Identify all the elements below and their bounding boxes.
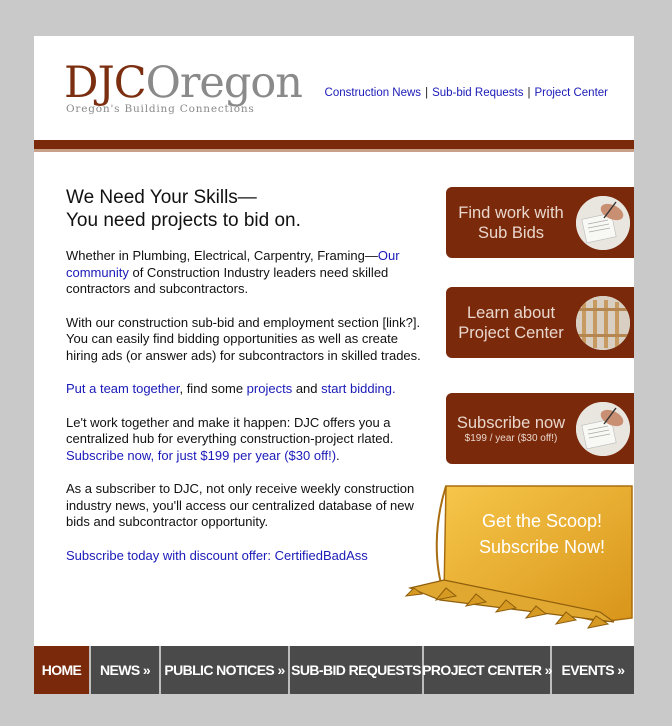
main-content: We Need Your Skills— You need projects t… — [66, 186, 428, 581]
nav-sub-bid-requests[interactable]: SUB-BID REQUESTS — [290, 646, 424, 694]
scoop-line-1: Get the Scoop! — [481, 511, 603, 531]
paragraph-text: and — [292, 381, 322, 396]
scoop-line-2: Subscribe Now! — [478, 537, 606, 557]
sub-bid-requests-link[interactable]: Sub-bid Requests — [432, 87, 523, 99]
header-band — [34, 140, 634, 152]
framing-image — [576, 296, 630, 350]
paragraph-team: Put a team together, find some projects … — [66, 381, 428, 398]
bottom-nav: HOME NEWS » PUBLIC NOTICES » SUB-BID REQ… — [34, 646, 634, 694]
paragraph-subscriber: As a subscriber to DJC, not only receive… — [66, 481, 415, 529]
project-center-promo-button[interactable]: Learn about Project Center — [446, 287, 634, 358]
nav-home[interactable]: HOME — [34, 646, 91, 694]
promo-price: $199 / year ($30 off!) — [464, 432, 558, 444]
link-separator: | — [527, 87, 531, 99]
nav-news[interactable]: NEWS » — [91, 646, 161, 694]
promo-line-1: Subscribe now — [456, 413, 566, 432]
find-work-promo-button[interactable]: Find work with Sub Bids — [446, 187, 634, 258]
header: DJCOregon Oregon's Building Connections … — [34, 36, 634, 142]
top-links: Construction News | Sub-bid Requests | Proje… — [325, 87, 608, 99]
paragraph-hub: Le't work together and make it happen: D… — [66, 415, 428, 465]
projects-link[interactable]: projects — [247, 381, 293, 396]
djc-oregon-logo[interactable]: DJCOregon Oregon's Building Connections — [64, 62, 303, 116]
link-separator: | — [425, 87, 429, 99]
paragraph-text: , find some — [179, 381, 247, 396]
scoop-text: Get the Scoop! Subscribe Now! — [454, 508, 630, 560]
promo-line-2: Sub Bids — [477, 223, 545, 242]
signing-documents-image — [576, 196, 630, 250]
logo-djc: DJC — [64, 58, 147, 108]
project-center-link[interactable]: Project Center — [534, 87, 608, 99]
nav-project-center[interactable]: PROJECT CENTER » — [422, 646, 552, 694]
promo-line-1: Learn about — [466, 303, 556, 322]
promo-text: Subscribe now $199 / year ($30 off!) — [446, 393, 576, 464]
promo-text: Learn about Project Center — [446, 287, 576, 358]
construction-news-link[interactable]: Construction News — [325, 87, 422, 99]
discount-offer-link[interactable]: Subscribe today with discount offer: Cer… — [66, 548, 368, 563]
headline-line-1: We Need Your Skills— — [66, 187, 257, 208]
promo-text: Find work with Sub Bids — [446, 187, 576, 258]
logo-wordmark: DJCOregon — [64, 62, 303, 105]
paragraph-text: . — [336, 447, 340, 463]
get-the-scoop-banner[interactable]: Get the Scoop! Subscribe Now! — [404, 484, 634, 634]
nav-events[interactable]: EVENTS » — [552, 646, 634, 694]
paragraph-sub-bid: With our construction sub-bid and employ… — [66, 314, 421, 363]
start-bidding-link[interactable]: start bidding. — [321, 381, 395, 396]
paragraph-trades: Whether in Plumbing, Electrical, Carpent… — [66, 248, 428, 298]
paragraph-text: Le't work together and make it happen: D… — [66, 414, 394, 447]
nav-public-notices[interactable]: PUBLIC NOTICES » — [161, 646, 290, 694]
logo-oregon: Oregon — [145, 58, 303, 108]
subscribe-promo-button[interactable]: Subscribe now $199 / year ($30 off!) — [446, 393, 634, 464]
signing-documents-image — [576, 402, 630, 456]
subscribe-now-link[interactable]: Subscribe now, for just $199 per year ($… — [66, 448, 336, 463]
headline: We Need Your Skills— You need projects t… — [66, 186, 428, 232]
email-page: DJCOregon Oregon's Building Connections … — [34, 36, 634, 694]
headline-line-2: You need projects to bid on. — [66, 210, 301, 231]
paragraph-text: Whether in Plumbing, Electrical, Carpent… — [66, 248, 378, 263]
put-team-together-link[interactable]: Put a team together — [66, 381, 179, 396]
paragraph-discount: Subscribe today with discount offer: Cer… — [66, 548, 428, 565]
promo-line-2: Project Center — [458, 323, 564, 342]
promo-line-1: Find work with — [458, 203, 564, 222]
